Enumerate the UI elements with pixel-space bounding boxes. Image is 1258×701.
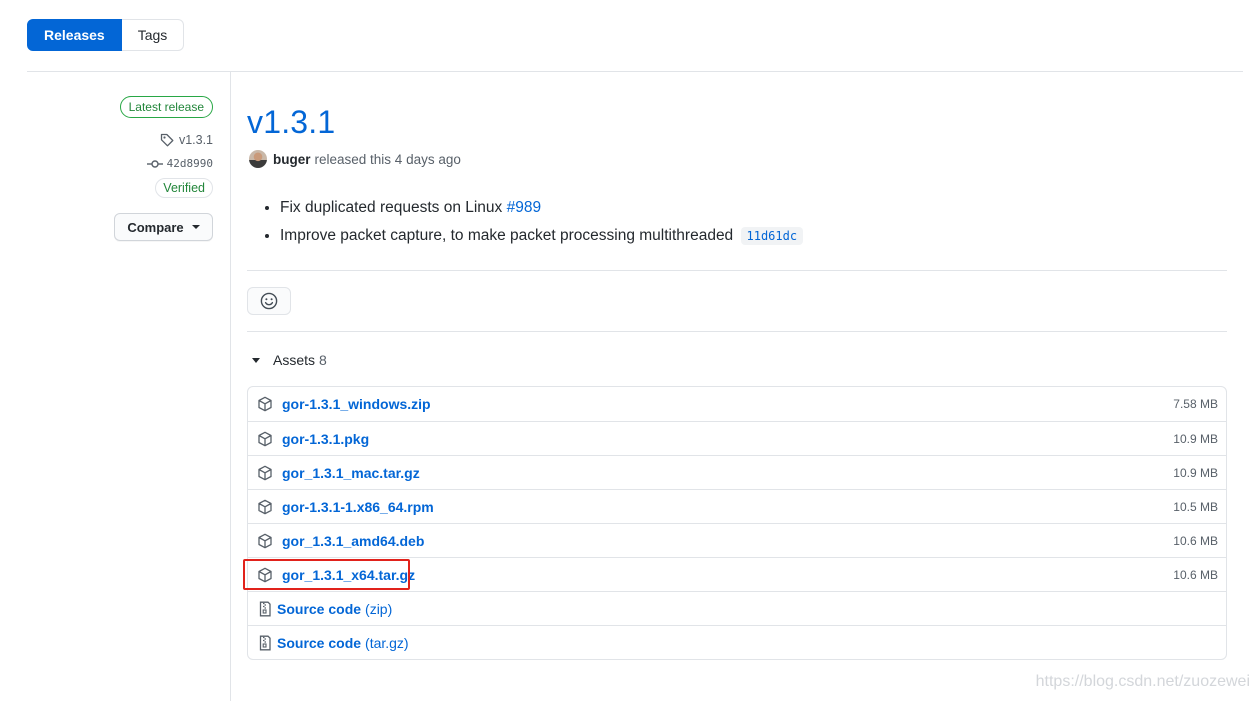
assets-count: 8 xyxy=(319,352,327,368)
avatar[interactable] xyxy=(249,150,267,168)
sidebar-divider xyxy=(230,72,231,701)
divider xyxy=(247,331,1227,332)
author-link[interactable]: buger xyxy=(273,152,311,167)
asset-size: 10.6 MB xyxy=(1173,533,1218,548)
released-text: released this 4 days ago xyxy=(314,151,461,167)
commit-link[interactable]: 42d8990 xyxy=(146,157,213,170)
add-reaction-button[interactable] xyxy=(247,287,291,315)
package-icon xyxy=(257,465,273,481)
assets-list: gor-1.3.1_windows.zip 7.58 MB gor-1.3.1.… xyxy=(243,386,1227,660)
asset-row: gor_1.3.1_mac.tar.gz 10.9 MB xyxy=(248,455,1226,489)
asset-size: 10.5 MB xyxy=(1173,499,1218,514)
package-icon xyxy=(257,396,273,412)
source-row: Source code (tar.gz) xyxy=(248,625,1226,659)
tag-name: v1.3.1 xyxy=(178,133,213,147)
issue-link[interactable]: #989 xyxy=(507,199,541,216)
divider xyxy=(247,270,1227,271)
list-item: Fix duplicated requests on Linux #989 xyxy=(280,196,1227,224)
source-code-link[interactable]: Source code xyxy=(277,635,361,651)
note-text: Fix duplicated requests on Linux xyxy=(280,199,503,216)
file-zip-icon xyxy=(257,601,273,617)
asset-size: 7.58 MB xyxy=(1173,397,1218,411)
smiley-icon xyxy=(260,292,278,310)
asset-size: 10.9 MB xyxy=(1173,431,1218,446)
assets-toggle[interactable]: Assets 8 xyxy=(247,352,1227,368)
asset-link[interactable]: gor-1.3.1-1.x86_64.rpm xyxy=(282,499,434,515)
release-title[interactable]: v1.3.1 xyxy=(247,96,1227,148)
package-icon xyxy=(257,567,273,583)
file-zip-icon xyxy=(257,635,273,651)
asset-link[interactable]: gor-1.3.1.pkg xyxy=(282,431,369,447)
asset-size: 10.6 MB xyxy=(1173,567,1218,582)
source-type[interactable]: (tar.gz) xyxy=(365,635,409,651)
chevron-down-icon xyxy=(191,225,200,229)
asset-link[interactable]: gor-1.3.1_windows.zip xyxy=(282,396,431,412)
list-item: Improve packet capture, to make packet p… xyxy=(280,224,1227,252)
source-code-link[interactable]: Source code xyxy=(277,601,361,617)
asset-size: 10.9 MB xyxy=(1173,465,1218,480)
asset-link[interactable]: gor_1.3.1_mac.tar.gz xyxy=(282,465,420,481)
watermark: https://blog.csdn.net/zuozewei xyxy=(1035,673,1250,690)
package-icon xyxy=(257,533,273,549)
asset-row: gor-1.3.1.pkg 10.9 MB xyxy=(248,421,1226,455)
compare-label: Compare xyxy=(127,219,184,235)
release-notes: Fix duplicated requests on Linux #989 Im… xyxy=(247,196,1227,252)
release-main: v1.3.1 buger released this 4 days ago Fi… xyxy=(243,96,1227,660)
package-icon xyxy=(257,499,273,515)
compare-button[interactable]: Compare xyxy=(114,213,213,241)
header-divider xyxy=(27,71,1243,72)
commit-sha: 42d8990 xyxy=(166,157,213,170)
asset-row: gor_1.3.1_amd64.deb 10.6 MB xyxy=(248,523,1226,557)
asset-row: gor-1.3.1-1.x86_64.rpm 10.5 MB xyxy=(248,489,1226,523)
asset-link[interactable]: gor_1.3.1_x64.tar.gz xyxy=(282,567,415,583)
tag-icon xyxy=(160,133,174,147)
tag-link[interactable]: v1.3.1 xyxy=(159,132,213,148)
release-sidebar: Latest release v1.3.1 42d8990 Verified C… xyxy=(27,96,213,241)
tab-tags[interactable]: Tags xyxy=(121,19,185,51)
commit-icon xyxy=(146,159,163,168)
package-icon xyxy=(257,431,273,447)
asset-row: gor-1.3.1_windows.zip 7.58 MB xyxy=(248,387,1226,421)
commit-chip[interactable]: 11d61dc xyxy=(740,227,804,245)
source-type[interactable]: (zip) xyxy=(365,601,392,617)
author-line: buger released this 4 days ago xyxy=(247,150,1227,168)
tab-releases[interactable]: Releases xyxy=(27,19,122,51)
latest-release-badge: Latest release xyxy=(119,96,213,118)
assets-label: Assets xyxy=(273,352,316,368)
release-tabs: Releases Tags xyxy=(27,19,185,51)
note-text: Improve packet capture, to make packet p… xyxy=(280,227,734,244)
asset-link[interactable]: gor_1.3.1_amd64.deb xyxy=(282,533,424,549)
asset-row: gor_1.3.1_x64.tar.gz 10.6 MB xyxy=(243,557,1226,591)
source-row: Source code (zip) xyxy=(248,591,1226,625)
caret-down-icon xyxy=(252,357,260,363)
verified-badge[interactable]: Verified xyxy=(155,178,213,198)
